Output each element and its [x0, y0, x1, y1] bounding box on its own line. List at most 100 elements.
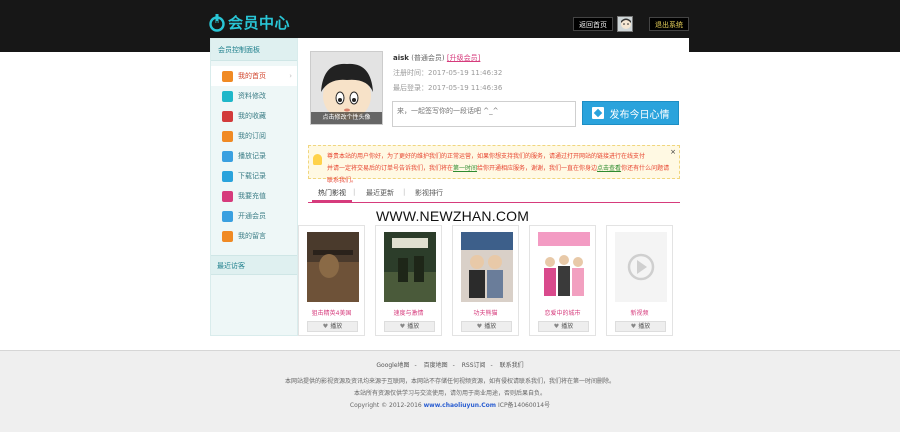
movie-title[interactable]: 功夫熊猫	[453, 308, 518, 317]
sidebar-item-label: 我要充值	[238, 192, 266, 200]
movie-poster[interactable]	[461, 232, 513, 302]
footer-copyright: Copyright © 2012-2016 www.chaoliuyun.Com…	[0, 400, 900, 409]
rss-icon	[222, 130, 233, 142]
avatar-caption: 点击修改个性头像	[311, 112, 382, 124]
movie-title[interactable]: 狙击精英4美国	[299, 308, 364, 317]
site-link[interactable]: www.chaoliuyun.Com	[424, 402, 496, 409]
upgrade-link[interactable]: [升级会员]	[447, 54, 480, 62]
footer-link-baidu-map[interactable]: 百度地图	[424, 362, 448, 369]
movie-poster[interactable]	[307, 232, 359, 302]
tab-ranking[interactable]: 影视排行	[415, 188, 443, 198]
mood-input[interactable]	[392, 101, 576, 127]
sidebar-item-vip[interactable]: 开通会员	[211, 206, 297, 226]
footer-link-google-map[interactable]: Google地图	[376, 362, 409, 369]
sidebar-item-label: 资料修改	[238, 92, 266, 100]
footer: Google地图 - 百度地图 - RSS订阅 - 联系我们 本网站提供的影视资源及资…	[0, 350, 900, 432]
sidebar-item-download-history[interactable]: 下载记录	[211, 166, 297, 186]
lightbulb-icon	[313, 154, 322, 165]
play-button[interactable]: ♥ 播放	[307, 321, 358, 332]
heart-icon: ♥	[399, 323, 406, 330]
play-label: 播放	[638, 323, 651, 330]
sidebar-item-label: 我的首页	[238, 72, 266, 80]
logo[interactable]: 会员中心	[209, 12, 290, 33]
play-button[interactable]: ♥ 播放	[461, 321, 512, 332]
publish-mood-button[interactable]: 发布今日心情	[582, 101, 679, 125]
play-button[interactable]: ♥ 播放	[615, 321, 666, 332]
sidebar-item-play-history[interactable]: 播放记录	[211, 146, 297, 166]
sidebar-nav: 我的首页 › 资料修改 我的收藏 我的订阅 播放记录 下载记录 我要充值 开通会…	[211, 61, 297, 246]
sidebar-item-label: 我的留言	[238, 232, 266, 240]
icp-text: ICP备14060014号	[497, 402, 551, 409]
control-panel-title: 会员控制面板	[211, 39, 297, 61]
sidebar-item-label: 开通会员	[238, 212, 266, 220]
chat-icon	[222, 150, 233, 162]
footer-link-rss[interactable]: RSS订阅	[462, 362, 486, 369]
message-icon	[222, 230, 233, 242]
back-home-button[interactable]: 返回首页	[573, 17, 613, 31]
edit-icon	[591, 107, 604, 119]
close-icon[interactable]: ×	[670, 146, 676, 158]
username: aisk	[393, 54, 409, 62]
movie-poster[interactable]	[538, 232, 590, 302]
sidebar-item-recharge[interactable]: 我要充值	[211, 186, 297, 206]
heart-icon: ♥	[630, 323, 637, 330]
footer-links: Google地图 - 百度地图 - RSS订阅 - 联系我们	[376, 362, 524, 369]
sidebar-item-subscriptions[interactable]: 我的订阅	[211, 126, 297, 146]
home-icon	[222, 70, 233, 82]
user-name-line: aisk (普通会员) [升级会员]	[393, 51, 502, 66]
movie-card[interactable]: 狙击精英4美国 ♥ 播放	[298, 225, 365, 336]
publish-mood-label: 发布今日心情	[609, 109, 670, 121]
notice-box: × 尊贵本站的用户你好，为了更好的维护我们的正常运营，如果你想支持我们的服务，请…	[308, 145, 680, 184]
user-avatar-small[interactable]	[617, 16, 633, 32]
movie-tabs: 热门影视 | 最近更新 | 影视排行	[308, 185, 680, 203]
footer-link-contact[interactable]: 联系我们	[500, 362, 524, 369]
app-title: 会员中心	[228, 14, 291, 32]
movie-title[interactable]: 新视频	[607, 308, 672, 317]
sidebar-item-label: 下载记录	[238, 172, 266, 180]
movie-card[interactable]: 新视频 ♥ 播放	[606, 225, 673, 336]
movie-card[interactable]: 恋爱中的城市 ♥ 播放	[529, 225, 596, 336]
coin-icon	[222, 190, 233, 202]
tab-latest[interactable]: 最近更新	[366, 188, 394, 198]
movie-card[interactable]: 功夫熊猫 ♥ 播放	[452, 225, 519, 336]
heart-icon: ♥	[322, 323, 329, 330]
register-time: 注册时间：2017-05-19 11:46:32	[393, 69, 503, 77]
tab-separator: |	[403, 188, 406, 196]
movie-title[interactable]: 速度与激情	[376, 308, 441, 317]
recent-visitors-title: 最近访客	[211, 255, 297, 275]
download-icon	[222, 170, 233, 182]
user-edit-icon	[222, 90, 233, 102]
profile-avatar[interactable]: 点击修改个性头像	[310, 51, 383, 125]
notice-text: 给你开通相应服务，谢谢，我们一直在你身边	[477, 165, 598, 172]
chevron-right-icon: ›	[289, 72, 292, 80]
heart-icon: ♥	[553, 323, 560, 330]
movie-card[interactable]: 速度与激情 ♥ 播放	[375, 225, 442, 336]
sidebar: 会员控制面板 我的首页 › 资料修改 我的收藏 我的订阅 播放记录 下载记录 我…	[210, 38, 298, 336]
power-logo-icon	[209, 13, 225, 32]
user-group: (普通会员)	[411, 54, 445, 62]
watermark-text: WWW.NEWZHAN.COM	[376, 208, 530, 224]
footer-disclaimer-2: 本站所有资源仅供学习与交流使用，请勿用于商业用途，否则后果自负。	[353, 390, 546, 397]
sidebar-item-label: 我的收藏	[238, 112, 266, 120]
notice-link-view[interactable]: 点击查看	[597, 165, 621, 172]
sidebar-item-label: 我的订阅	[238, 132, 266, 140]
play-button[interactable]: ♥ 播放	[538, 321, 589, 332]
notice-link-first-time[interactable]: 第一时间	[453, 165, 477, 172]
main-content: 点击修改个性头像 aisk (普通会员) [升级会员] 注册时间：2017-05…	[298, 38, 689, 336]
movie-poster[interactable]	[384, 232, 436, 302]
sidebar-item-favorites[interactable]: 我的收藏	[211, 106, 297, 126]
footer-disclaimer-1: 本网站提供的影视资源及资讯均来源于互联网，本网站不存储任何视频资源，如有侵权请联…	[284, 378, 615, 385]
movie-poster[interactable]	[615, 232, 667, 302]
sidebar-item-profile-edit[interactable]: 资料修改	[211, 86, 297, 106]
copyright-text: Copyright © 2012-2016	[349, 402, 422, 409]
sidebar-item-my-home[interactable]: 我的首页 ›	[211, 66, 297, 86]
last-login-time: 最后登录：2017-05-19 11:46:36	[393, 84, 503, 92]
logout-button[interactable]: 退出系统	[649, 17, 689, 31]
avatar-face-icon	[621, 18, 631, 29]
tab-hot[interactable]: 热门影视	[312, 188, 352, 202]
movie-title[interactable]: 恋爱中的城市	[530, 308, 595, 317]
user-info: aisk (普通会员) [升级会员] 注册时间：2017-05-19 11:46…	[393, 51, 502, 96]
play-button[interactable]: ♥ 播放	[384, 321, 435, 332]
notice-line-1: 尊贵本站的用户你好，为了更好的维护我们的正常运营，如果你想支持我们的服务，请通过…	[327, 153, 646, 160]
sidebar-item-messages[interactable]: 我的留言	[211, 226, 297, 246]
